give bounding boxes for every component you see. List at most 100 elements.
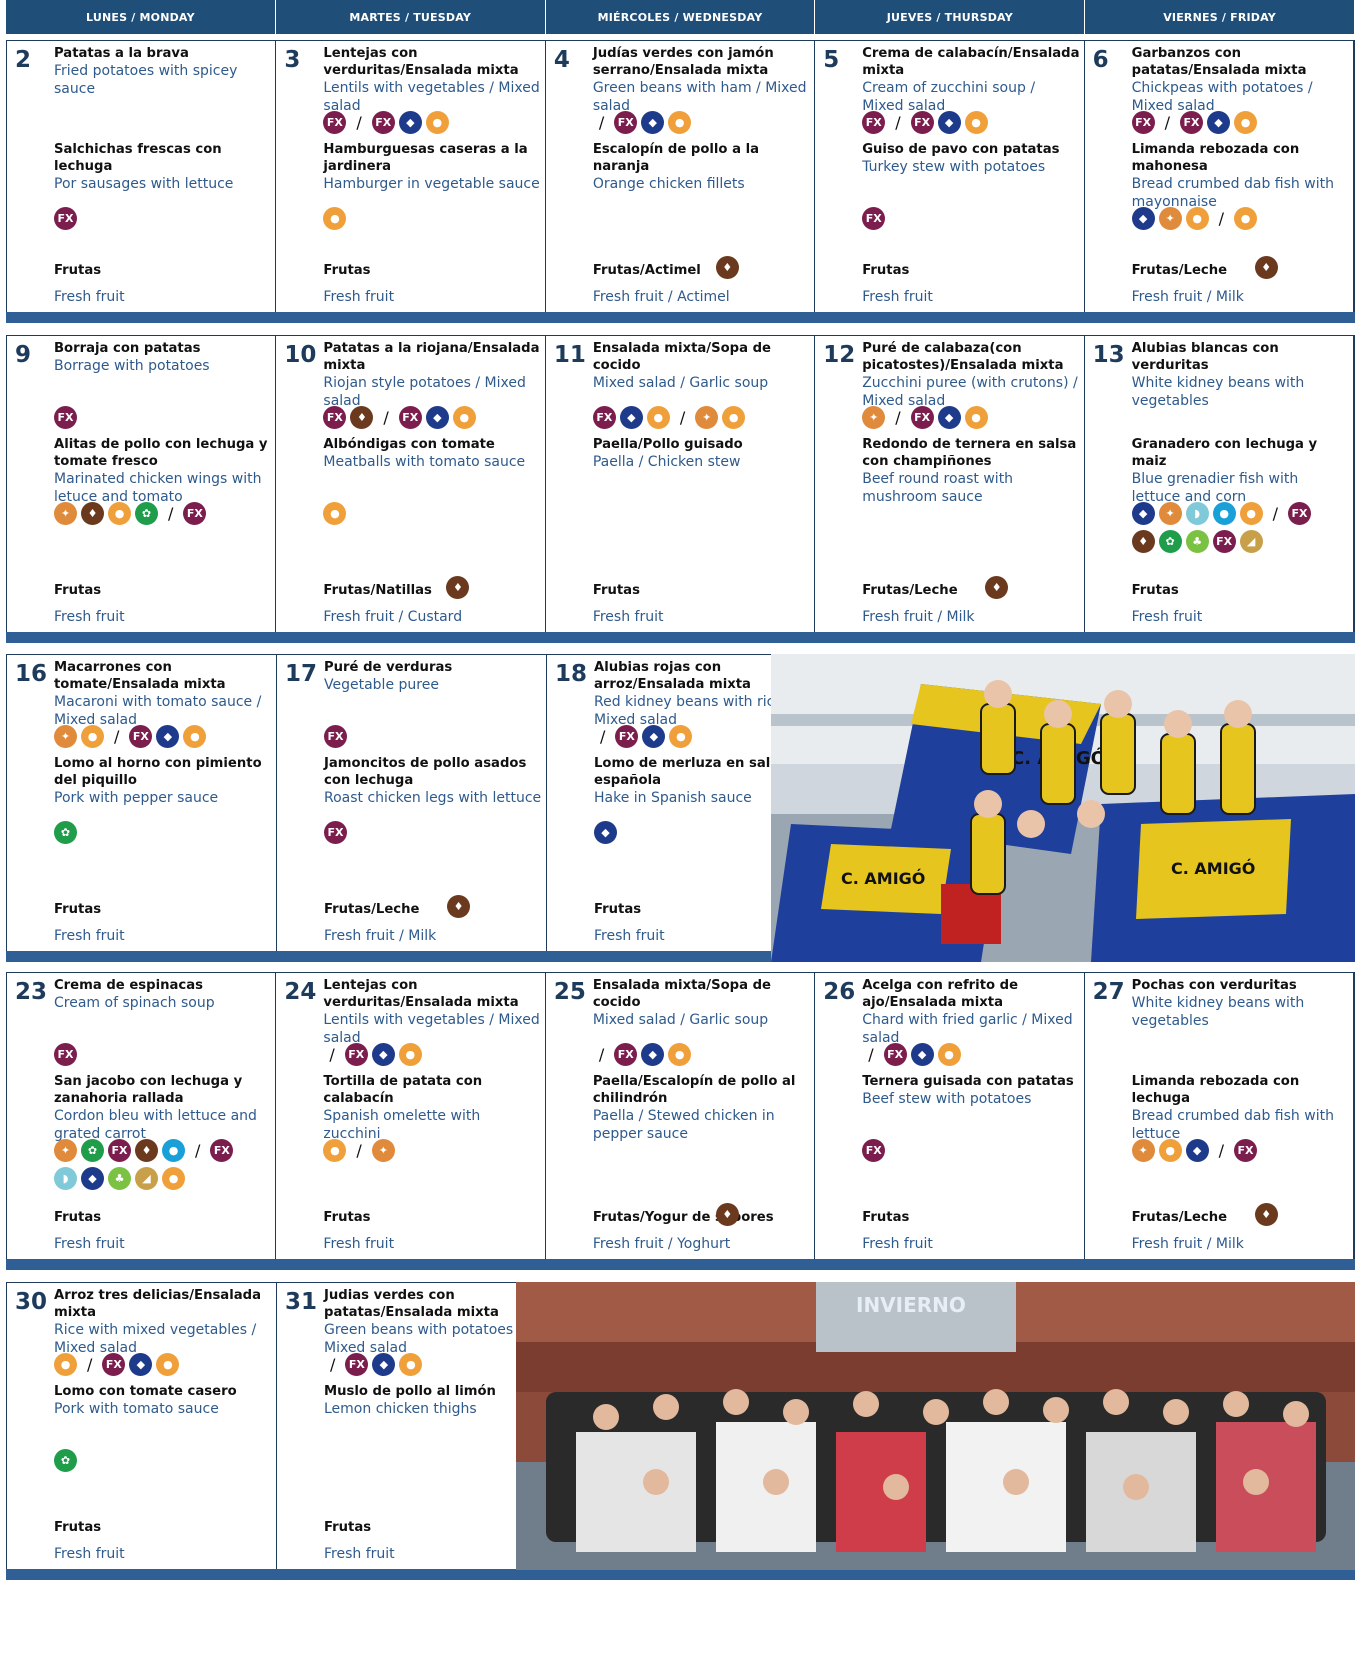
dessert-spanish: Frutas: [54, 1520, 102, 1535]
allergen-icons: ◆ ✦ ● / ●: [1131, 207, 1349, 230]
day-number: 31: [285, 1289, 318, 1315]
separator: /: [679, 408, 686, 427]
week-footer-bar: [6, 632, 1355, 643]
milk-allergen-icon: ♦: [1254, 256, 1278, 279]
fish-allergen-icon: ◆: [398, 111, 422, 134]
second-course: Paella/Pollo guisado Paella / Chicken ste…: [593, 436, 810, 471]
lactose-allergen-icon: FX: [592, 406, 616, 429]
second-course: Granadero con lechuga y maiz Blue grenadi…: [1132, 436, 1349, 506]
dish-english: Turkey stew with potatoes: [862, 159, 1046, 175]
dish-english: Borrage with potatoes: [54, 358, 210, 374]
egg-allergen-icon: ●: [722, 406, 746, 429]
dessert-english: Fresh fruit / Yoghurt: [592, 1236, 731, 1252]
dessert-english: Fresh fruit: [323, 1236, 395, 1252]
fish-allergen-icon: ◆: [129, 1353, 153, 1376]
dessert-english: Fresh fruit: [592, 609, 664, 625]
separator: /: [868, 1045, 874, 1064]
day-number: 16: [15, 661, 48, 687]
first-course: Patatas a la brava Fried potatoes with sp…: [54, 45, 271, 98]
day-cell: 12 Puré de calabaza(con picatostes)/Ensal…: [815, 336, 1085, 642]
dessert-spanish: Frutas: [324, 1520, 372, 1535]
separator: /: [195, 1141, 201, 1160]
sesame-allergen-icon: ◢: [135, 1167, 158, 1190]
first-course: Judias verdes con patatas/Ensalada mixta…: [324, 1287, 542, 1357]
day-number: 2: [15, 47, 32, 73]
allergen-icons: ✦ ✿ FX ♦ ● / FX: [54, 1139, 271, 1162]
day-number: 17: [285, 661, 318, 687]
fish-allergen-icon: ◆: [371, 1043, 395, 1066]
milk-allergen-icon: ♦: [350, 406, 374, 429]
first-course: Acelga con refrito de ajo/Ensalada mixta…: [862, 977, 1079, 1047]
day-number: 6: [1092, 47, 1109, 73]
lactose-allergen-icon: FX: [398, 406, 422, 429]
lactose-allergen-icon: FX: [910, 406, 934, 429]
shellfish-allergen-icon: ●: [162, 1139, 185, 1162]
dish-spanish: Lentejas con verduritas/Ensalada mixta: [323, 978, 519, 1010]
first-course: Macarrones con tomate/Ensalada mixta Maca…: [54, 659, 272, 729]
dish-english: Lemon chicken thighs: [324, 1401, 477, 1417]
first-course: Crema de espinacas Cream of spinach soup: [54, 977, 271, 1012]
dish-spanish: Arroz tres delicias/Ensalada mixta: [54, 1288, 261, 1320]
separator: /: [598, 113, 605, 132]
dish-spanish: Limanda rebozada con mahonesa: [1131, 142, 1300, 174]
fish-allergen-icon: ◆: [937, 111, 961, 134]
lactose-allergen-icon: FX: [183, 502, 207, 525]
first-course: Borraja con patatas Borrage with potatoes: [54, 340, 271, 375]
dish-spanish: Ensalada mixta/Sopa de cocido: [592, 978, 771, 1010]
dish-spanish: Pochas con verduritas: [1131, 978, 1297, 993]
dish-english: Lentils with vegetables / Mixed salad: [323, 1012, 540, 1046]
fish-allergen-icon: ◆: [1131, 207, 1155, 230]
day-number: 30: [15, 1289, 48, 1315]
allergen-icons: FX: [54, 406, 271, 429]
day-number: 4: [553, 47, 570, 73]
dessert-english: Fresh fruit / Milk: [1131, 289, 1244, 305]
celery-allergen-icon: ✿: [54, 821, 77, 844]
allergen-icons: ✦ ♦ ● ✿ / FX: [54, 502, 271, 525]
lactose-allergen-icon: FX: [615, 725, 639, 748]
egg-allergen-icon: ●: [668, 1043, 692, 1066]
dish-spanish: Hamburguesas caseras a la jardinera: [323, 142, 528, 174]
dessert-spanish: Frutas: [862, 263, 910, 278]
day-cell: 3 Lentejas con verduritas/Ensalada mixta L…: [276, 41, 546, 322]
milk-allergen-icon: ♦: [135, 1139, 158, 1162]
fish-allergen-icon: ◆: [594, 821, 617, 844]
second-course: Ternera guisada con patatas Beef stew wit…: [862, 1073, 1079, 1108]
first-course: Lentejas con verduritas/Ensalada mixta Le…: [323, 45, 540, 115]
allergen-icons: / FX ◆ ●: [323, 1043, 540, 1066]
dish-english: Macaroni with tomato sauce / Mixed salad: [54, 694, 262, 728]
milk-allergen-icon: ♦: [715, 1203, 739, 1226]
dish-spanish: Crema de espinacas: [54, 978, 203, 993]
second-course: Alitas de pollo con lechuga y tomate fre…: [54, 436, 271, 506]
separator: /: [356, 1141, 362, 1160]
milk-allergen-icon: ♦: [447, 895, 470, 918]
lactose-allergen-icon: FX: [344, 1043, 368, 1066]
lactose-allergen-icon: FX: [54, 207, 77, 230]
dish-spanish: Escalopín de pollo a la naranja: [592, 142, 759, 174]
dish-english: Pork with pepper sauce: [54, 790, 219, 806]
dish-spanish: Borraja con patatas: [54, 341, 201, 356]
lactose-allergen-icon: FX: [324, 725, 347, 748]
lactose-allergen-icon: FX: [1234, 1139, 1258, 1162]
egg-allergen-icon: ●: [399, 1353, 423, 1376]
second-course: Salchichas frescas con lechuga Por sausag…: [54, 141, 271, 193]
dessert-english: Fresh fruit: [594, 928, 665, 944]
gluten-allergen-icon: ✦: [54, 502, 77, 525]
dessert-english: Fresh fruit / Milk: [862, 609, 975, 625]
egg-allergen-icon: ●: [54, 1353, 77, 1376]
dish-english: Fried potatoes with spicey sauce: [54, 63, 238, 97]
lactose-allergen-icon: FX: [614, 1043, 638, 1066]
day-cell: 11 Ensalada mixta/Sopa de cocido Mixed sal…: [546, 336, 816, 642]
dish-spanish: Salchichas frescas con lechuga: [54, 142, 222, 174]
allergen-icons: ✦ / FX ◆ ●: [862, 406, 1079, 429]
milk-allergen-icon: ♦: [446, 576, 470, 599]
dessert-english: Fresh fruit / Milk: [1131, 1236, 1244, 1252]
fish-allergen-icon: ◆: [910, 1043, 934, 1066]
banner-text-2: C. AMIGÓ: [841, 869, 925, 888]
dish-spanish: Patatas a la riojana/Ensalada mixta: [323, 341, 540, 373]
first-course: Judías verdes con jamón serrano/Ensalada…: [593, 45, 810, 115]
allergen-icons: FX ♦ / FX ◆ ●: [323, 406, 540, 429]
dessert-spanish: Frutas/Leche: [862, 583, 958, 598]
dish-english: Mixed salad / Garlic soup: [592, 1012, 769, 1028]
dessert-spanish: Frutas/Leche: [1131, 263, 1228, 278]
allergen-icons: FX: [862, 207, 1079, 230]
